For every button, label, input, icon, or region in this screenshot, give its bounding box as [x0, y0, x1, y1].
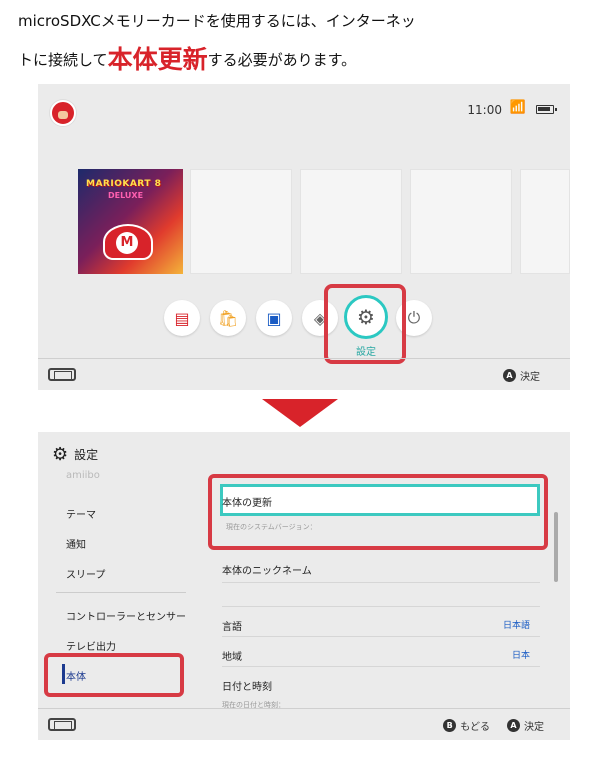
news-icon[interactable]: ▤ — [164, 300, 200, 336]
down-arrow-icon — [262, 399, 338, 427]
battery-icon — [536, 105, 557, 114]
sidebar-item-amiibo[interactable]: amiibo — [66, 470, 100, 481]
empty-tile[interactable] — [410, 169, 512, 274]
highlight-frame-system — [44, 653, 184, 697]
settings-main: 本体の更新 現在のシステムバージョン： 本体のニックネーム 言語 日本語 地域 … — [204, 470, 560, 709]
highlight-frame-settings — [324, 284, 406, 364]
mario-emblem-icon: M — [116, 232, 138, 254]
sidebar-item-controllers[interactable]: コントローラーとセンサー — [66, 608, 186, 623]
region-label: 地域 — [222, 652, 242, 663]
game-logo: MARIOKART 8 — [86, 179, 162, 189]
settings-screen: ⚙ 設定 amiibo テーマ 通知 スリープ コントローラーとセンサー テレビ… — [38, 432, 570, 740]
row-divider — [222, 636, 540, 637]
empty-tile[interactable] — [190, 169, 292, 274]
user-avatar[interactable] — [50, 100, 76, 126]
a-button-icon: A — [503, 369, 516, 382]
joycon-icon — [48, 368, 76, 381]
sidebar-divider — [56, 592, 186, 593]
language-label: 言語 — [222, 622, 242, 633]
home-footer: A 決定 — [38, 358, 570, 390]
instruction-highlight: 本体更新 — [107, 45, 208, 74]
datetime-row[interactable]: 日付と時刻 — [222, 678, 540, 693]
confirm-hint: A 決定 — [503, 368, 540, 383]
back-hint: B もどる — [443, 718, 490, 733]
gear-icon: ⚙ — [52, 444, 69, 465]
instruction-suffix: する必要があります。 — [207, 51, 357, 69]
settings-title: 設定 — [74, 448, 99, 462]
highlight-frame-update — [208, 474, 548, 550]
sidebar-item-tv-output[interactable]: テレビ出力 — [66, 638, 116, 653]
game-logo-sub: DELUXE — [108, 191, 144, 200]
nickname-row[interactable]: 本体のニックネーム — [222, 562, 540, 577]
settings-header: ⚙ 設定 — [52, 444, 98, 465]
instruction-line-2: トに接続して本体更新する必要があります。 — [18, 40, 356, 76]
sidebar-item-sleep[interactable]: スリープ — [66, 566, 105, 581]
sidebar-item-theme[interactable]: テーマ — [66, 506, 96, 521]
row-divider — [222, 606, 540, 607]
game-tile-mariokart[interactable]: MARIOKART 8 DELUXE M — [78, 169, 183, 274]
wifi-icon: 📶 — [509, 100, 526, 115]
b-button-icon: B — [443, 719, 457, 732]
language-row[interactable]: 言語 日本語 — [222, 618, 540, 633]
instruction-prefix: トに接続して — [18, 51, 108, 69]
language-value: 日本語 — [502, 621, 530, 631]
shop-icon[interactable]: 🛍 — [210, 300, 246, 336]
confirm-label: 決定 — [520, 372, 540, 383]
empty-tile[interactable] — [300, 169, 402, 274]
region-value: 日本 — [511, 651, 530, 661]
confirm-label: 決定 — [524, 722, 544, 733]
settings-footer: B もどる A 決定 — [38, 708, 570, 740]
row-divider — [222, 666, 540, 667]
home-screen: 11:00 📶 MARIOKART 8 DELUXE M ▤ 🛍 ▣ ◈ ⏻ ⚙… — [38, 84, 570, 390]
instruction-line-1: microSDXCメモリーカードを使用するには、インターネッ — [18, 12, 416, 30]
empty-tile[interactable] — [520, 169, 570, 274]
row-divider — [222, 582, 540, 583]
back-label: もどる — [460, 722, 490, 733]
a-button-icon: A — [507, 719, 520, 732]
region-row[interactable]: 地域 日本 — [222, 648, 540, 663]
confirm-hint: A 決定 — [507, 718, 544, 733]
sidebar-item-notifications[interactable]: 通知 — [66, 536, 86, 551]
clock: 11:00 — [467, 103, 502, 117]
album-icon[interactable]: ▣ — [256, 300, 292, 336]
scrollbar[interactable] — [554, 512, 558, 582]
joycon-icon — [48, 718, 76, 731]
